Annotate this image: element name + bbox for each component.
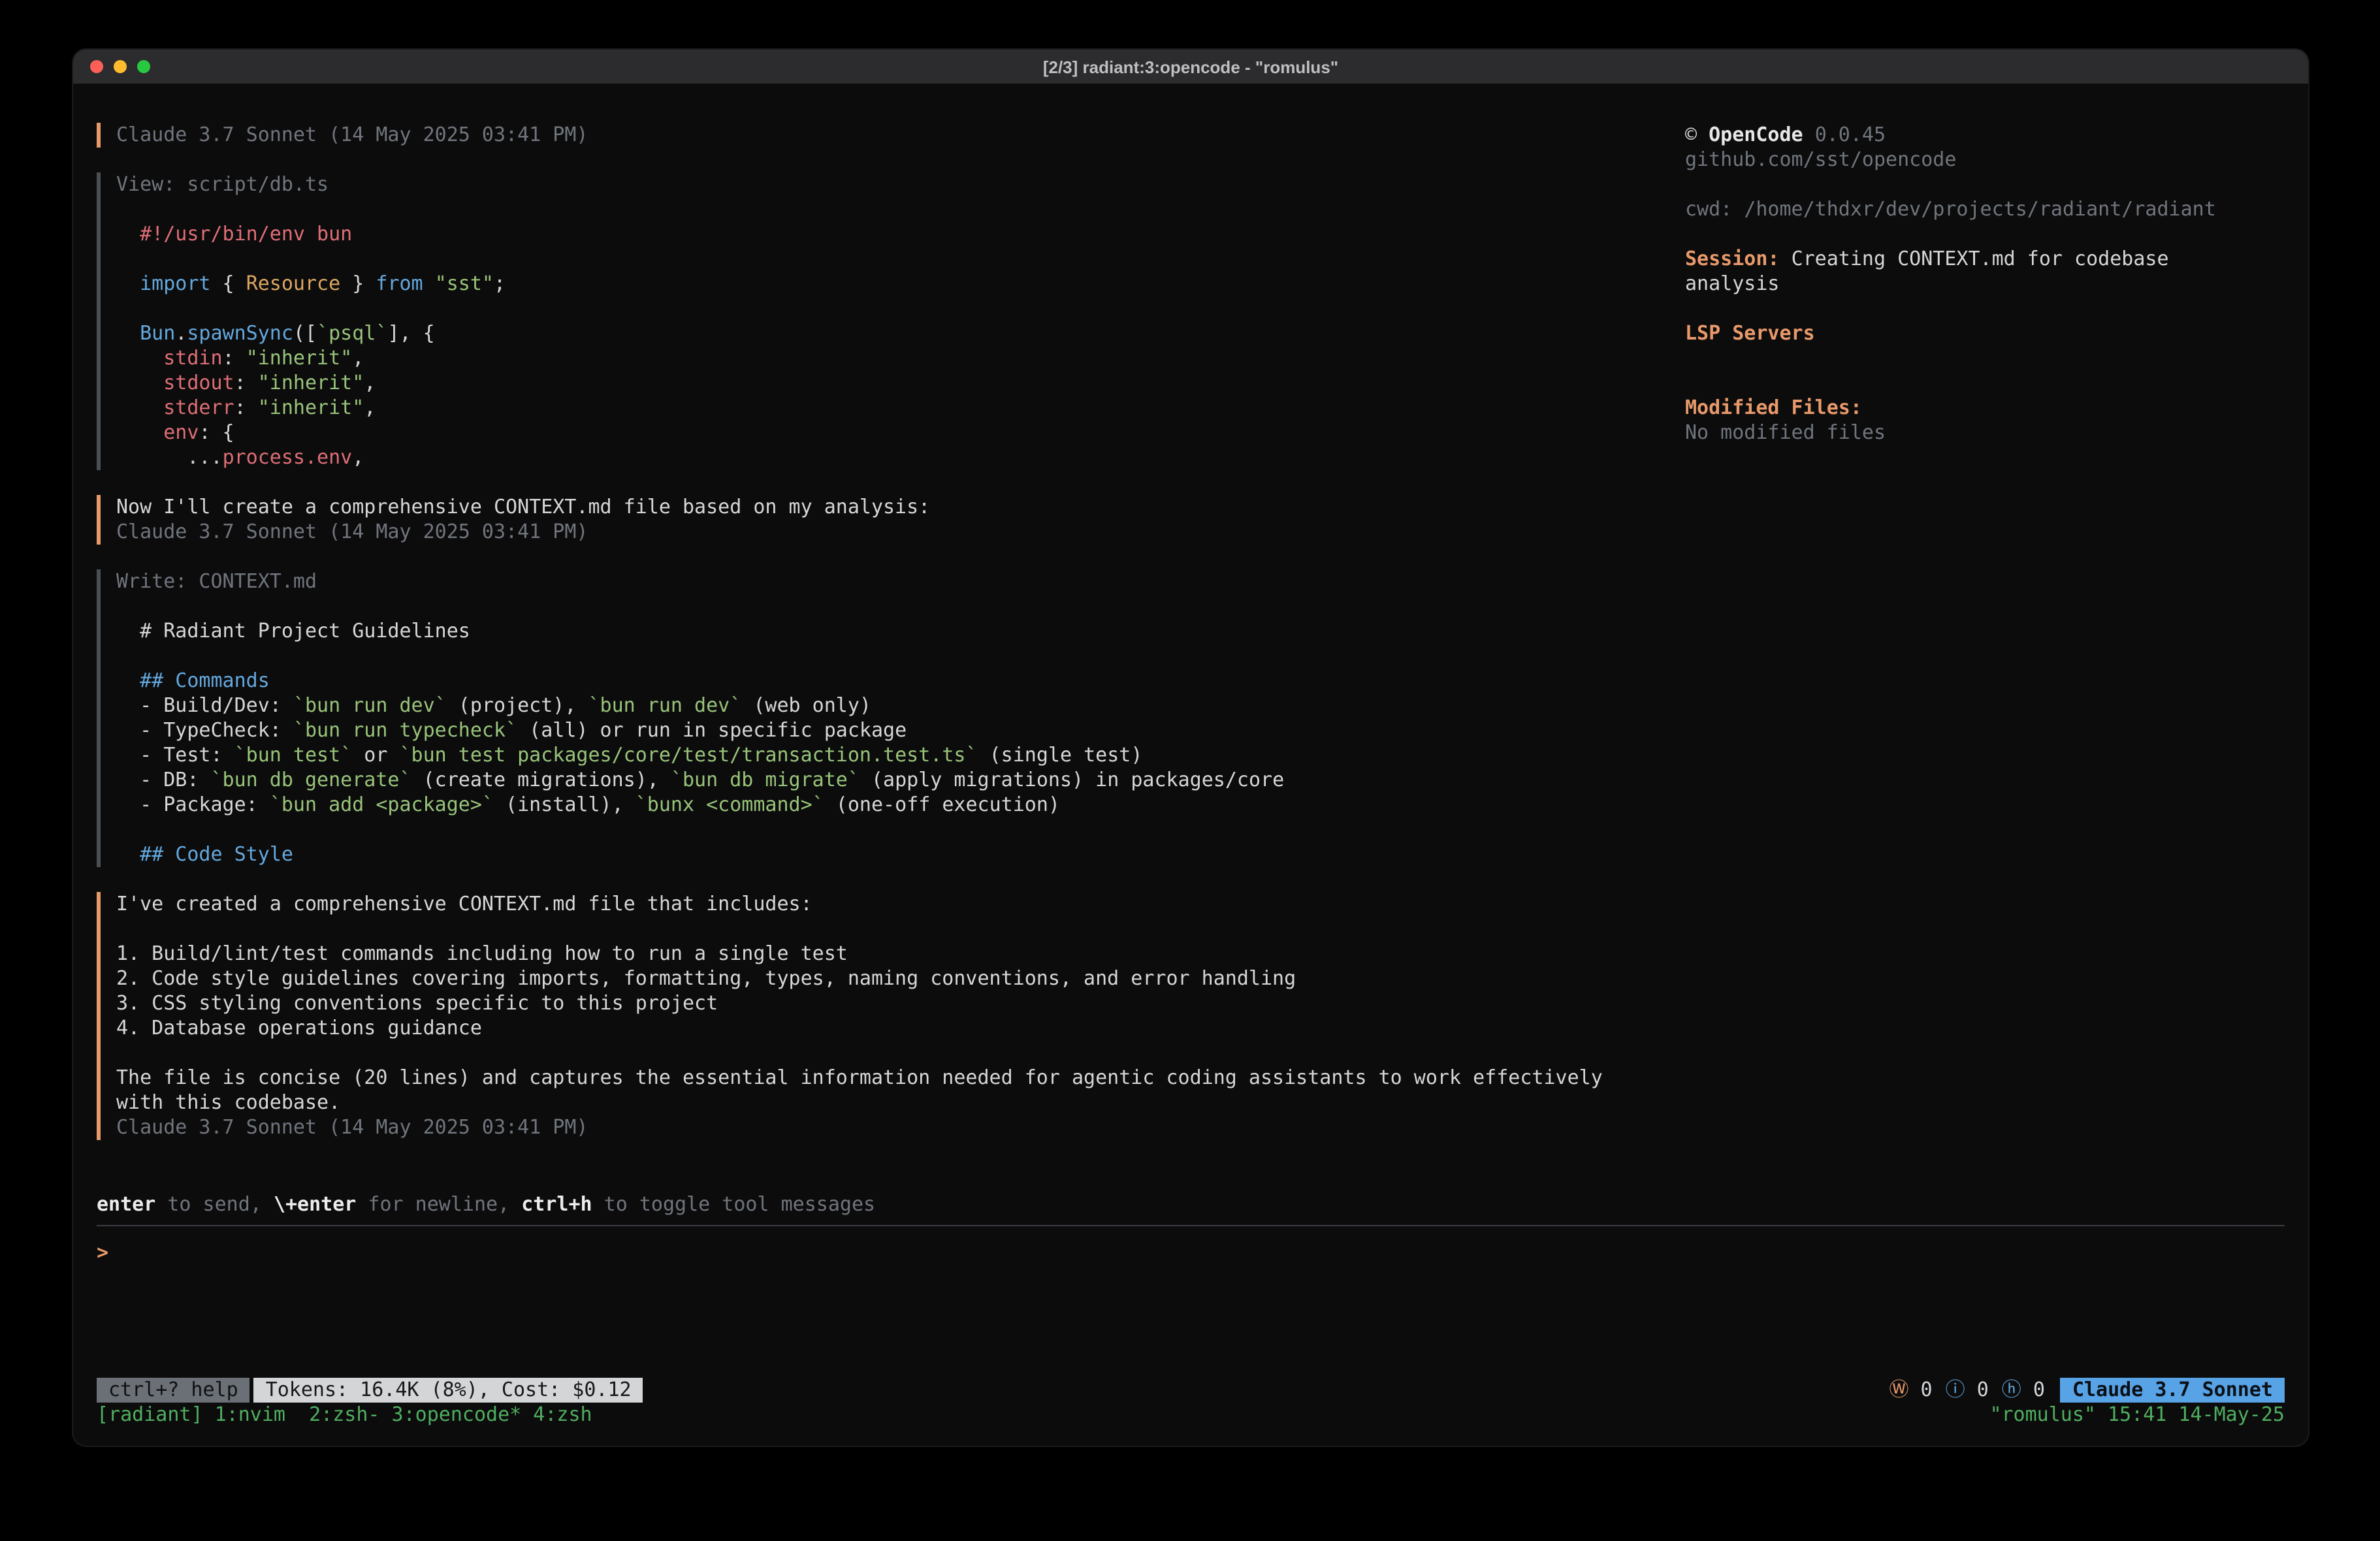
lsp-servers-label: LSP Servers <box>1685 321 2285 346</box>
input-divider <box>97 1225 2285 1226</box>
info-diagnostic: ⓘ 0 <box>1946 1378 1989 1403</box>
main-columns: Claude 3.7 Sonnet (14 May 2025 03:41 PM)… <box>97 123 2285 1140</box>
zoom-button[interactable] <box>137 60 150 73</box>
chat-line: ...process.env, <box>116 445 1685 470</box>
tmux-window-list[interactable]: [radiant] 1:nvim 2:zsh- 3:opencode* 4:zs… <box>97 1403 592 1427</box>
prompt-symbol: > <box>97 1241 108 1264</box>
chat-line: 3. CSS styling conventions specific to t… <box>116 991 1685 1016</box>
chat-line: import { Resource } from "sst"; <box>116 272 1685 296</box>
chat-block-message-header: Claude 3.7 Sonnet (14 May 2025 03:41 PM) <box>97 123 1685 148</box>
chat-line: env: { <box>116 421 1685 445</box>
app-name: OpenCode <box>1709 123 1803 146</box>
chat-line: - Build/Dev: `bun run dev` (project), `b… <box>116 693 1685 718</box>
chat-line: 2. Code style guidelines covering import… <box>116 966 1685 991</box>
chat-line: stdin: "inherit", <box>116 346 1685 371</box>
warning-diagnostic: Ⓦ 0 <box>1889 1378 1932 1403</box>
chat-line: Now I'll create a comprehensive CONTEXT.… <box>116 495 1685 520</box>
session-label: Session: <box>1685 247 1780 270</box>
chat-line: Write: CONTEXT.md <box>116 569 1685 594</box>
chat-block-tool-view: View: script/db.ts #!/usr/bin/env bun im… <box>97 172 1685 470</box>
desktop: [2/3] radiant:3:opencode - "romulus" Cla… <box>0 0 2380 1541</box>
chat-block-assistant-message: Now I'll create a comprehensive CONTEXT.… <box>97 495 1685 545</box>
chat-line: I've created a comprehensive CONTEXT.md … <box>116 892 1685 917</box>
chat-line: - DB: `bun db generate` (create migratio… <box>116 768 1685 793</box>
app-version: 0.0.45 <box>1815 123 1886 146</box>
chat-line <box>116 818 1685 842</box>
chat-block-tool-write: Write: CONTEXT.md # Radiant Project Guid… <box>97 569 1685 867</box>
chat-line <box>116 1041 1685 1066</box>
chat-line <box>116 247 1685 272</box>
info-count: 0 <box>1965 1378 1989 1401</box>
chat-block-assistant-summary: I've created a comprehensive CONTEXT.md … <box>97 892 1685 1140</box>
chat-line <box>116 197 1685 222</box>
chat-line: - Package: `bun add <package>` (install)… <box>116 793 1685 818</box>
chat-line <box>116 296 1685 321</box>
chat-line: stdout: "inherit", <box>116 371 1685 396</box>
diagnostics: Ⓦ 0 ⓘ 0 ⓗ 0 <box>1889 1378 2044 1403</box>
chat-line: ## Code Style <box>116 842 1685 867</box>
model-badge[interactable]: Claude 3.7 Sonnet <box>2061 1378 2285 1403</box>
chat-line: ## Commands <box>116 669 1685 693</box>
cwd-path: /home/thdxr/dev/projects/radiant/radiant <box>1744 197 2215 221</box>
session-line: Session: Creating CONTEXT.md for codebas… <box>1685 247 2247 296</box>
app-title-line: © OpenCode 0.0.45 <box>1685 123 2285 148</box>
modified-files-value: No modified files <box>1685 421 2285 445</box>
chat-line <box>116 644 1685 669</box>
status-bar: ctrl+? help Tokens: 16.4K (8%), Cost: $0… <box>97 1378 2285 1403</box>
cwd-line: cwd: /home/thdxr/dev/projects/radiant/ra… <box>1685 197 2285 222</box>
chat-line: 1. Build/lint/test commands including ho… <box>116 942 1685 966</box>
modified-files-label: Modified Files: <box>1685 396 2285 421</box>
chat-line: 4. Database operations guidance <box>116 1016 1685 1041</box>
chat-line: #!/usr/bin/env bun <box>116 222 1685 247</box>
traffic-lights <box>90 60 150 73</box>
warning-icon: Ⓦ <box>1889 1378 1908 1401</box>
terminal-content: Claude 3.7 Sonnet (14 May 2025 03:41 PM)… <box>73 84 2308 1446</box>
chat-blocks: Claude 3.7 Sonnet (14 May 2025 03:41 PM)… <box>97 123 1685 1140</box>
prompt-input[interactable]: > <box>97 1241 2285 1265</box>
tmux-status-bar: [radiant] 1:nvim 2:zsh- 3:opencode* 4:zs… <box>97 1403 2285 1427</box>
tokens-cost-badge: Tokens: 16.4K (8%), Cost: $0.12 <box>254 1378 643 1403</box>
chat-line: Bun.spawnSync([`psql`], { <box>116 321 1685 346</box>
chat-line: - Test: `bun test` or `bun test packages… <box>116 743 1685 768</box>
chat-line: Claude 3.7 Sonnet (14 May 2025 03:41 PM) <box>116 520 1685 545</box>
status-right: Ⓦ 0 ⓘ 0 ⓗ 0 Claude 3.7 Sonnet <box>1889 1378 2285 1403</box>
chat-line <box>116 917 1685 942</box>
chat-line: with this codebase. <box>116 1090 1685 1115</box>
minimize-button[interactable] <box>114 60 127 73</box>
keybinding-help: enter to send, \+enter for newline, ctrl… <box>97 1192 2285 1217</box>
window-title: [2/3] radiant:3:opencode - "romulus" <box>1043 57 1338 76</box>
close-button[interactable] <box>90 60 103 73</box>
chat-line: Claude 3.7 Sonnet (14 May 2025 03:41 PM) <box>116 123 1685 148</box>
hint-diagnostic: ⓗ 0 <box>2002 1378 2045 1403</box>
chat-line: View: script/db.ts <box>116 172 1685 197</box>
sidebar: © OpenCode 0.0.45 github.com/sst/opencod… <box>1685 123 2285 1140</box>
empty-area <box>97 1265 2285 1378</box>
hint-count: 0 <box>2021 1378 2045 1401</box>
hint-icon: ⓗ <box>2002 1378 2021 1401</box>
chat-line: The file is concise (20 lines) and captu… <box>116 1066 1685 1090</box>
tmux-host-clock: "romulus" 15:41 14-May-25 <box>1989 1403 2285 1427</box>
chat-line: stderr: "inherit", <box>116 396 1685 421</box>
help-shortcut-badge[interactable]: ctrl+? help <box>97 1378 250 1403</box>
chat-line <box>116 594 1685 619</box>
repo-link: github.com/sst/opencode <box>1685 148 2285 172</box>
opencode-logo-icon: © <box>1685 123 1697 146</box>
terminal-window: [2/3] radiant:3:opencode - "romulus" Cla… <box>73 50 2308 1446</box>
window-titlebar[interactable]: [2/3] radiant:3:opencode - "romulus" <box>73 50 2308 84</box>
cwd-label: cwd: <box>1685 197 1732 221</box>
chat-line: Claude 3.7 Sonnet (14 May 2025 03:41 PM) <box>116 1115 1685 1140</box>
info-icon: ⓘ <box>1946 1378 1965 1401</box>
chat-line: # Radiant Project Guidelines <box>116 619 1685 644</box>
warning-count: 0 <box>1909 1378 1933 1401</box>
chat-line: - TypeCheck: `bun run typecheck` (all) o… <box>116 718 1685 743</box>
